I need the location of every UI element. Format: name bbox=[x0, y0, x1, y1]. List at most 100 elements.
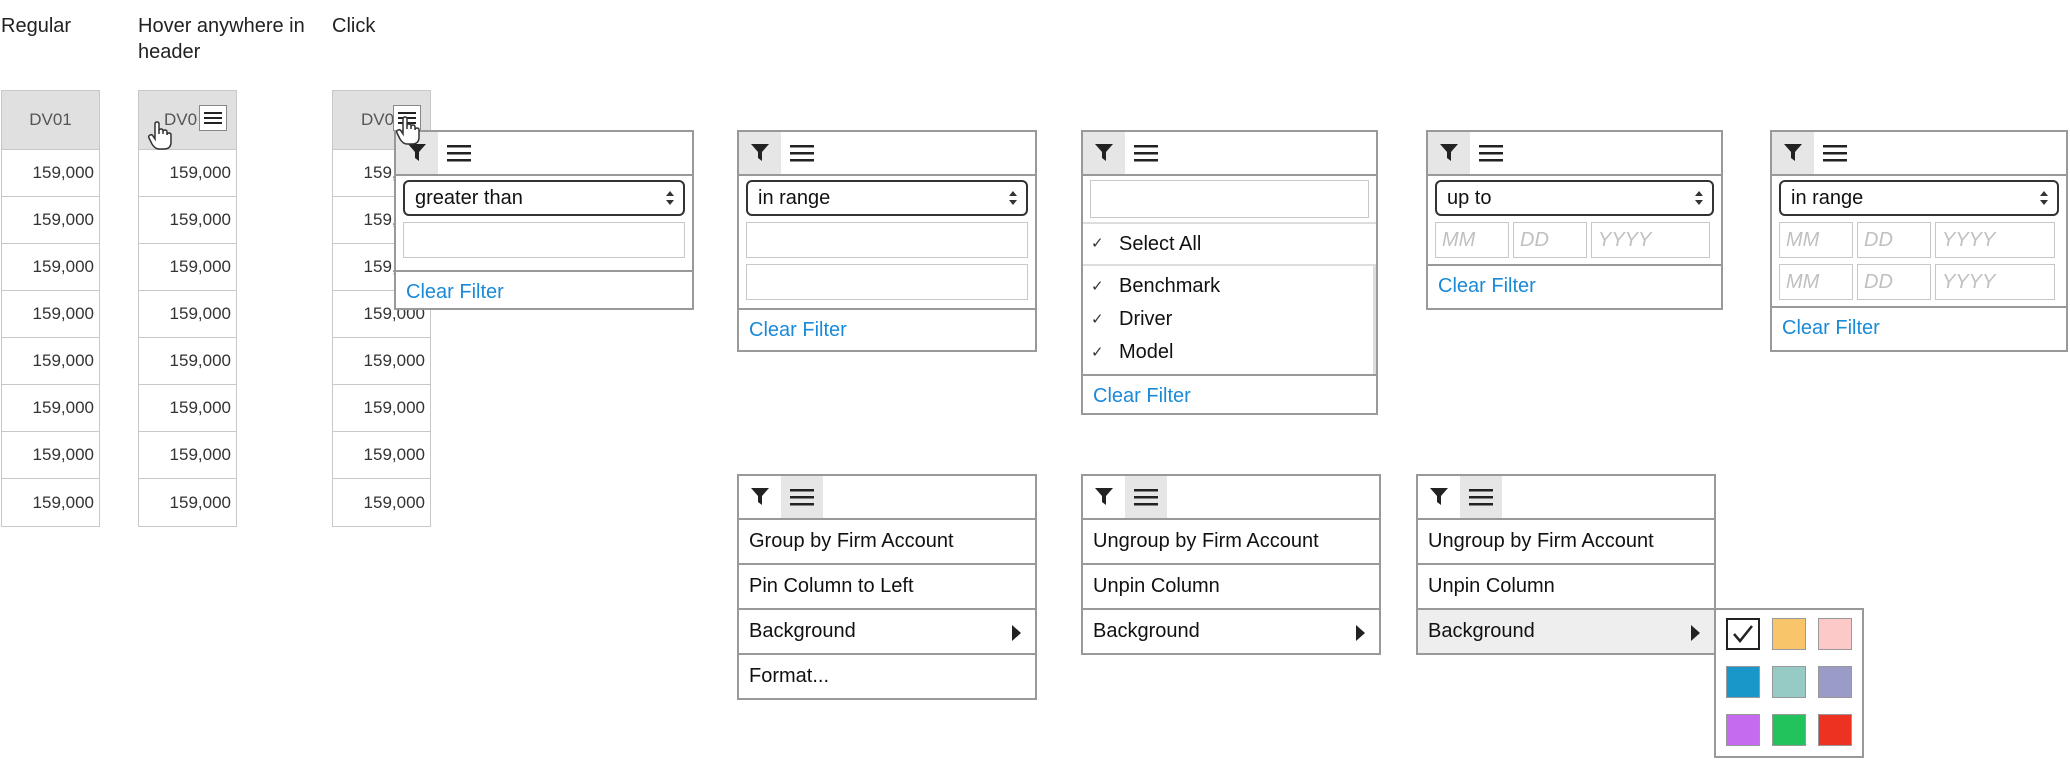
submenu-arrow-icon bbox=[1356, 625, 1365, 641]
color-swatch[interactable] bbox=[1726, 666, 1760, 698]
list-item[interactable]: ✓ Benchmark bbox=[1083, 270, 1373, 303]
grid-cell[interactable]: 159,000 bbox=[139, 385, 236, 432]
filter-tab[interactable] bbox=[739, 132, 781, 174]
grid-cell[interactable]: 159,000 bbox=[2, 479, 99, 526]
grid-cell[interactable]: 159,000 bbox=[2, 385, 99, 432]
menu-tab[interactable] bbox=[438, 132, 480, 174]
clear-filter-link[interactable]: Clear Filter bbox=[396, 270, 692, 312]
grid-cell[interactable]: 159,000 bbox=[2, 150, 99, 197]
filter-icon bbox=[1784, 144, 1802, 161]
color-swatch[interactable] bbox=[1818, 618, 1852, 650]
filter-operator-select[interactable]: in range bbox=[1779, 180, 2059, 216]
grid-cell[interactable]: 159,000 bbox=[333, 338, 430, 385]
menu-tab[interactable] bbox=[1460, 476, 1502, 518]
from-day-input[interactable]: DD bbox=[1857, 222, 1931, 258]
select-all-row[interactable]: ✓ Select All bbox=[1083, 222, 1376, 266]
background-color-submenu bbox=[1714, 608, 1864, 758]
filter-to-input[interactable] bbox=[746, 264, 1028, 300]
checkmark-icon[interactable]: ✓ bbox=[1091, 279, 1105, 294]
filter-value-input[interactable] bbox=[403, 222, 685, 258]
color-swatch[interactable] bbox=[1772, 714, 1806, 746]
menu-tab[interactable] bbox=[1125, 132, 1167, 174]
filter-operator-select[interactable]: greater than bbox=[403, 180, 685, 216]
grid-cell[interactable]: 159,000 bbox=[333, 385, 430, 432]
grid-cell[interactable]: 159,000 bbox=[2, 432, 99, 479]
to-month-input[interactable]: MM bbox=[1779, 264, 1853, 300]
submenu-arrow-icon bbox=[1691, 625, 1700, 641]
clear-filter-link[interactable]: Clear Filter bbox=[1772, 306, 2066, 348]
menu-item-pin[interactable]: Pin Column to Left bbox=[739, 563, 1035, 608]
to-day-input[interactable]: DD bbox=[1857, 264, 1931, 300]
filter-from-input[interactable] bbox=[746, 222, 1028, 258]
select-arrows-icon bbox=[2040, 191, 2048, 205]
menu-tab[interactable] bbox=[1125, 476, 1167, 518]
grid-cell[interactable]: 159,000 bbox=[139, 432, 236, 479]
clear-filter-link[interactable]: Clear Filter bbox=[739, 308, 1035, 350]
list-item[interactable]: ✓ Driver bbox=[1083, 303, 1373, 336]
grid-cell[interactable]: 159,000 bbox=[2, 197, 99, 244]
color-swatch[interactable] bbox=[1772, 666, 1806, 698]
grid-cell[interactable]: 159,000 bbox=[2, 244, 99, 291]
menu-tab[interactable] bbox=[781, 476, 823, 518]
grid-cell[interactable]: 159,000 bbox=[139, 150, 236, 197]
set-filter-list[interactable]: ✓ Benchmark ✓ Driver ✓ Model bbox=[1083, 266, 1376, 374]
day-input[interactable]: DD bbox=[1513, 222, 1587, 258]
column-header-label: DV0 bbox=[360, 110, 395, 129]
color-swatch[interactable] bbox=[1726, 618, 1760, 650]
state-label-regular: Regular bbox=[1, 15, 72, 37]
menu-tab[interactable] bbox=[1814, 132, 1856, 174]
menu-item-background[interactable]: Background bbox=[1083, 608, 1379, 653]
color-swatch[interactable] bbox=[1818, 714, 1852, 746]
from-year-input[interactable]: YYYY bbox=[1935, 222, 2055, 258]
filter-tab[interactable] bbox=[1418, 476, 1460, 518]
filter-icon bbox=[1095, 488, 1113, 505]
filter-operator-select[interactable]: in range bbox=[746, 180, 1028, 216]
grid-cell[interactable]: 159,000 bbox=[333, 479, 430, 526]
list-item[interactable]: ✓ Model bbox=[1083, 336, 1373, 369]
menu-item-background[interactable]: Background bbox=[1418, 608, 1714, 653]
checkmark-icon[interactable]: ✓ bbox=[1091, 312, 1105, 327]
color-swatch[interactable] bbox=[1818, 666, 1852, 698]
checkmark-icon[interactable]: ✓ bbox=[1091, 345, 1105, 360]
filter-operator-select[interactable]: up to bbox=[1435, 180, 1714, 216]
set-filter-search-input[interactable] bbox=[1090, 180, 1369, 218]
clear-filter-link[interactable]: Clear Filter bbox=[1428, 264, 1721, 306]
grid-cell[interactable]: 159,000 bbox=[139, 338, 236, 385]
hamburger-menu-icon bbox=[1134, 489, 1158, 506]
grid-cell[interactable]: 159,000 bbox=[139, 291, 236, 338]
header-menu-button[interactable] bbox=[199, 105, 227, 131]
menu-item-label: Background bbox=[1428, 620, 1535, 642]
grid-cell[interactable]: 159,000 bbox=[2, 291, 99, 338]
menu-item-ungroup[interactable]: Ungroup by Firm Account bbox=[1083, 518, 1379, 563]
to-year-input[interactable]: YYYY bbox=[1935, 264, 2055, 300]
clear-filter-link[interactable]: Clear Filter bbox=[1083, 374, 1376, 416]
menu-item-ungroup[interactable]: Ungroup by Firm Account bbox=[1418, 518, 1714, 563]
grid-cell[interactable]: 159,000 bbox=[2, 338, 99, 385]
filter-tab[interactable] bbox=[1772, 132, 1814, 174]
filter-tab[interactable] bbox=[1083, 476, 1125, 518]
filter-tab[interactable] bbox=[739, 476, 781, 518]
column-header-label: DV01 bbox=[29, 110, 72, 129]
column-header[interactable]: DV01 bbox=[2, 91, 99, 150]
grid-cell[interactable]: 159,000 bbox=[333, 432, 430, 479]
filter-tab[interactable] bbox=[1083, 132, 1125, 174]
checkmark-icon[interactable]: ✓ bbox=[1091, 236, 1105, 251]
menu-item-format[interactable]: Format... bbox=[739, 653, 1035, 698]
grid-cell[interactable]: 159,000 bbox=[139, 479, 236, 526]
menu-item-group[interactable]: Group by Firm Account bbox=[739, 518, 1035, 563]
color-swatch[interactable] bbox=[1772, 618, 1806, 650]
menu-item-unpin[interactable]: Unpin Column bbox=[1083, 563, 1379, 608]
column-header[interactable]: DV0 bbox=[139, 91, 236, 150]
grid-cell[interactable]: 159,000 bbox=[139, 244, 236, 291]
color-swatch[interactable] bbox=[1726, 714, 1760, 746]
menu-item-background[interactable]: Background bbox=[739, 608, 1035, 653]
year-input[interactable]: YYYY bbox=[1591, 222, 1710, 258]
menu-tab[interactable] bbox=[781, 132, 823, 174]
grid-cell[interactable]: 159,000 bbox=[139, 197, 236, 244]
month-input[interactable]: MM bbox=[1435, 222, 1509, 258]
menu-tab[interactable] bbox=[1470, 132, 1512, 174]
filter-operator-value: greater than bbox=[415, 186, 523, 209]
filter-tab[interactable] bbox=[1428, 132, 1470, 174]
menu-item-unpin[interactable]: Unpin Column bbox=[1418, 563, 1714, 608]
from-month-input[interactable]: MM bbox=[1779, 222, 1853, 258]
